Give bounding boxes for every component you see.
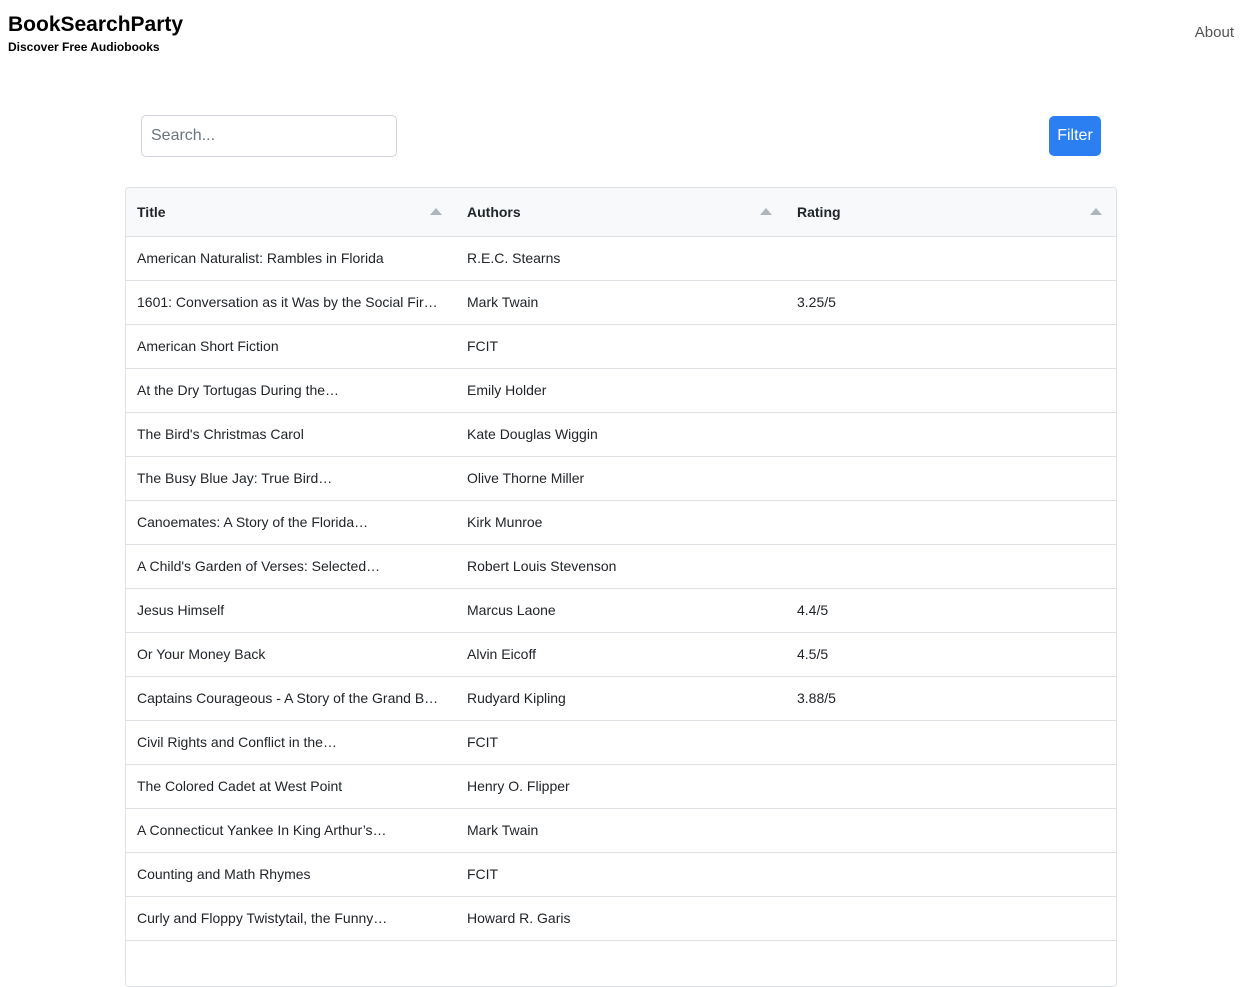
cell-title: The Busy Blue Jay: True Bird… bbox=[126, 456, 456, 501]
cell-rating: 4.4/5 bbox=[786, 588, 1116, 633]
site-subtitle: Discover Free Audiobooks bbox=[8, 40, 160, 54]
cell-rating bbox=[786, 808, 1116, 853]
table-row[interactable]: The Colored Cadet at West Point Henry O. … bbox=[126, 764, 1116, 809]
cell-title: 1601: Conversation as it Was by the Soci… bbox=[126, 280, 456, 325]
cell-authors: Olive Thorne Miller bbox=[456, 456, 786, 501]
table-row[interactable]: American Short Fiction FCIT bbox=[126, 324, 1116, 369]
table-header: Title Authors Rating bbox=[126, 188, 1116, 237]
column-header-label: Rating bbox=[797, 203, 841, 220]
cell-rating bbox=[786, 500, 1116, 545]
cell-title: At the Dry Tortugas During the… bbox=[126, 368, 456, 413]
table-body: American Naturalist: Rambles in Florida R… bbox=[126, 236, 1116, 941]
cell-authors: Kirk Munroe bbox=[456, 500, 786, 545]
table-row[interactable]: The Busy Blue Jay: True Bird… Olive Thorn… bbox=[126, 456, 1116, 501]
cell-title: Captains Courageous - A Story of the Gra… bbox=[126, 676, 456, 721]
nav-about-link[interactable]: About bbox=[1195, 24, 1234, 41]
cell-title: A Connecticut Yankee In King Arthur’s… bbox=[126, 808, 456, 853]
cell-title: American Naturalist: Rambles in Florida bbox=[126, 236, 456, 281]
cell-rating bbox=[786, 720, 1116, 765]
cell-rating bbox=[786, 896, 1116, 941]
table-row[interactable]: Counting and Math Rhymes FCIT bbox=[126, 852, 1116, 897]
column-header-title[interactable]: Title bbox=[126, 188, 456, 237]
cell-authors: FCIT bbox=[456, 720, 786, 765]
table-row[interactable]: Jesus Himself Marcus Laone 4.4/5 bbox=[126, 588, 1116, 633]
cell-authors: Alvin Eicoff bbox=[456, 632, 786, 677]
filter-button[interactable]: Filter bbox=[1049, 116, 1101, 156]
cell-rating bbox=[786, 852, 1116, 897]
cell-title: Jesus Himself bbox=[126, 588, 456, 633]
table-row[interactable]: 1601: Conversation as it Was by the Soci… bbox=[126, 280, 1116, 325]
search-input[interactable] bbox=[141, 115, 397, 157]
cell-authors: Marcus Laone bbox=[456, 588, 786, 633]
cell-rating bbox=[786, 368, 1116, 413]
cell-rating bbox=[786, 544, 1116, 589]
cell-title: The Bird's Christmas Carol bbox=[126, 412, 456, 457]
cell-title: Counting and Math Rhymes bbox=[126, 852, 456, 897]
cell-authors: Emily Holder bbox=[456, 368, 786, 413]
cell-authors: FCIT bbox=[456, 324, 786, 369]
site-header: BookSearchParty Discover Free Audiobooks… bbox=[0, 0, 1249, 70]
cell-title: Civil Rights and Conflict in the… bbox=[126, 720, 456, 765]
table-row[interactable]: A Child's Garden of Verses: Selected… Rob… bbox=[126, 544, 1116, 589]
table-row[interactable]: American Naturalist: Rambles in Florida R… bbox=[126, 236, 1116, 281]
cell-authors: Mark Twain bbox=[456, 808, 786, 853]
cell-rating: 3.88/5 bbox=[786, 676, 1116, 721]
cell-authors: Mark Twain bbox=[456, 280, 786, 325]
cell-rating: 4.5/5 bbox=[786, 632, 1116, 677]
cell-authors: Rudyard Kipling bbox=[456, 676, 786, 721]
site-title[interactable]: BookSearchParty bbox=[8, 13, 183, 37]
cell-authors: R.E.C. Stearns bbox=[456, 236, 786, 281]
column-header-label: Title bbox=[137, 203, 166, 220]
cell-title: Curly and Floppy Twistytail, the Funny… bbox=[126, 896, 456, 941]
table-row[interactable]: Or Your Money Back Alvin Eicoff 4.5/5 bbox=[126, 632, 1116, 677]
cell-title: Or Your Money Back bbox=[126, 632, 456, 677]
table-row[interactable]: Captains Courageous - A Story of the Gra… bbox=[126, 676, 1116, 721]
cell-authors: Robert Louis Stevenson bbox=[456, 544, 786, 589]
column-header-label: Authors bbox=[467, 203, 521, 220]
cell-rating: 3.25/5 bbox=[786, 280, 1116, 325]
table-row[interactable]: At the Dry Tortugas During the… Emily Hol… bbox=[126, 368, 1116, 413]
cell-rating bbox=[786, 456, 1116, 501]
cell-title: A Child's Garden of Verses: Selected… bbox=[126, 544, 456, 589]
cell-rating bbox=[786, 324, 1116, 369]
cell-rating bbox=[786, 764, 1116, 809]
cell-title: The Colored Cadet at West Point bbox=[126, 764, 456, 809]
sort-ascending-icon[interactable] bbox=[1090, 207, 1102, 215]
books-table: Title Authors Rating American Naturalist… bbox=[125, 187, 1117, 987]
cell-title: Canoemates: A Story of the Florida… bbox=[126, 500, 456, 545]
cell-authors: Kate Douglas Wiggin bbox=[456, 412, 786, 457]
table-row[interactable]: Canoemates: A Story of the Florida… Kirk … bbox=[126, 500, 1116, 545]
cell-rating bbox=[786, 412, 1116, 457]
cell-authors: FCIT bbox=[456, 852, 786, 897]
sort-ascending-icon[interactable] bbox=[430, 207, 442, 215]
cell-authors: Henry O. Flipper bbox=[456, 764, 786, 809]
cell-authors: Howard R. Garis bbox=[456, 896, 786, 941]
cell-rating bbox=[786, 236, 1116, 281]
cell-title: American Short Fiction bbox=[126, 324, 456, 369]
column-header-rating[interactable]: Rating bbox=[786, 188, 1116, 237]
table-row[interactable]: Civil Rights and Conflict in the… FCIT bbox=[126, 720, 1116, 765]
table-row[interactable]: The Bird's Christmas Carol Kate Douglas W… bbox=[126, 412, 1116, 457]
brand[interactable]: BookSearchParty Discover Free Audiobooks bbox=[8, 13, 183, 55]
table-row[interactable]: Curly and Floppy Twistytail, the Funny… H… bbox=[126, 896, 1116, 941]
column-header-authors[interactable]: Authors bbox=[456, 188, 786, 237]
table-row[interactable]: A Connecticut Yankee In King Arthur’s… Ma… bbox=[126, 808, 1116, 853]
sort-ascending-icon[interactable] bbox=[760, 207, 772, 215]
